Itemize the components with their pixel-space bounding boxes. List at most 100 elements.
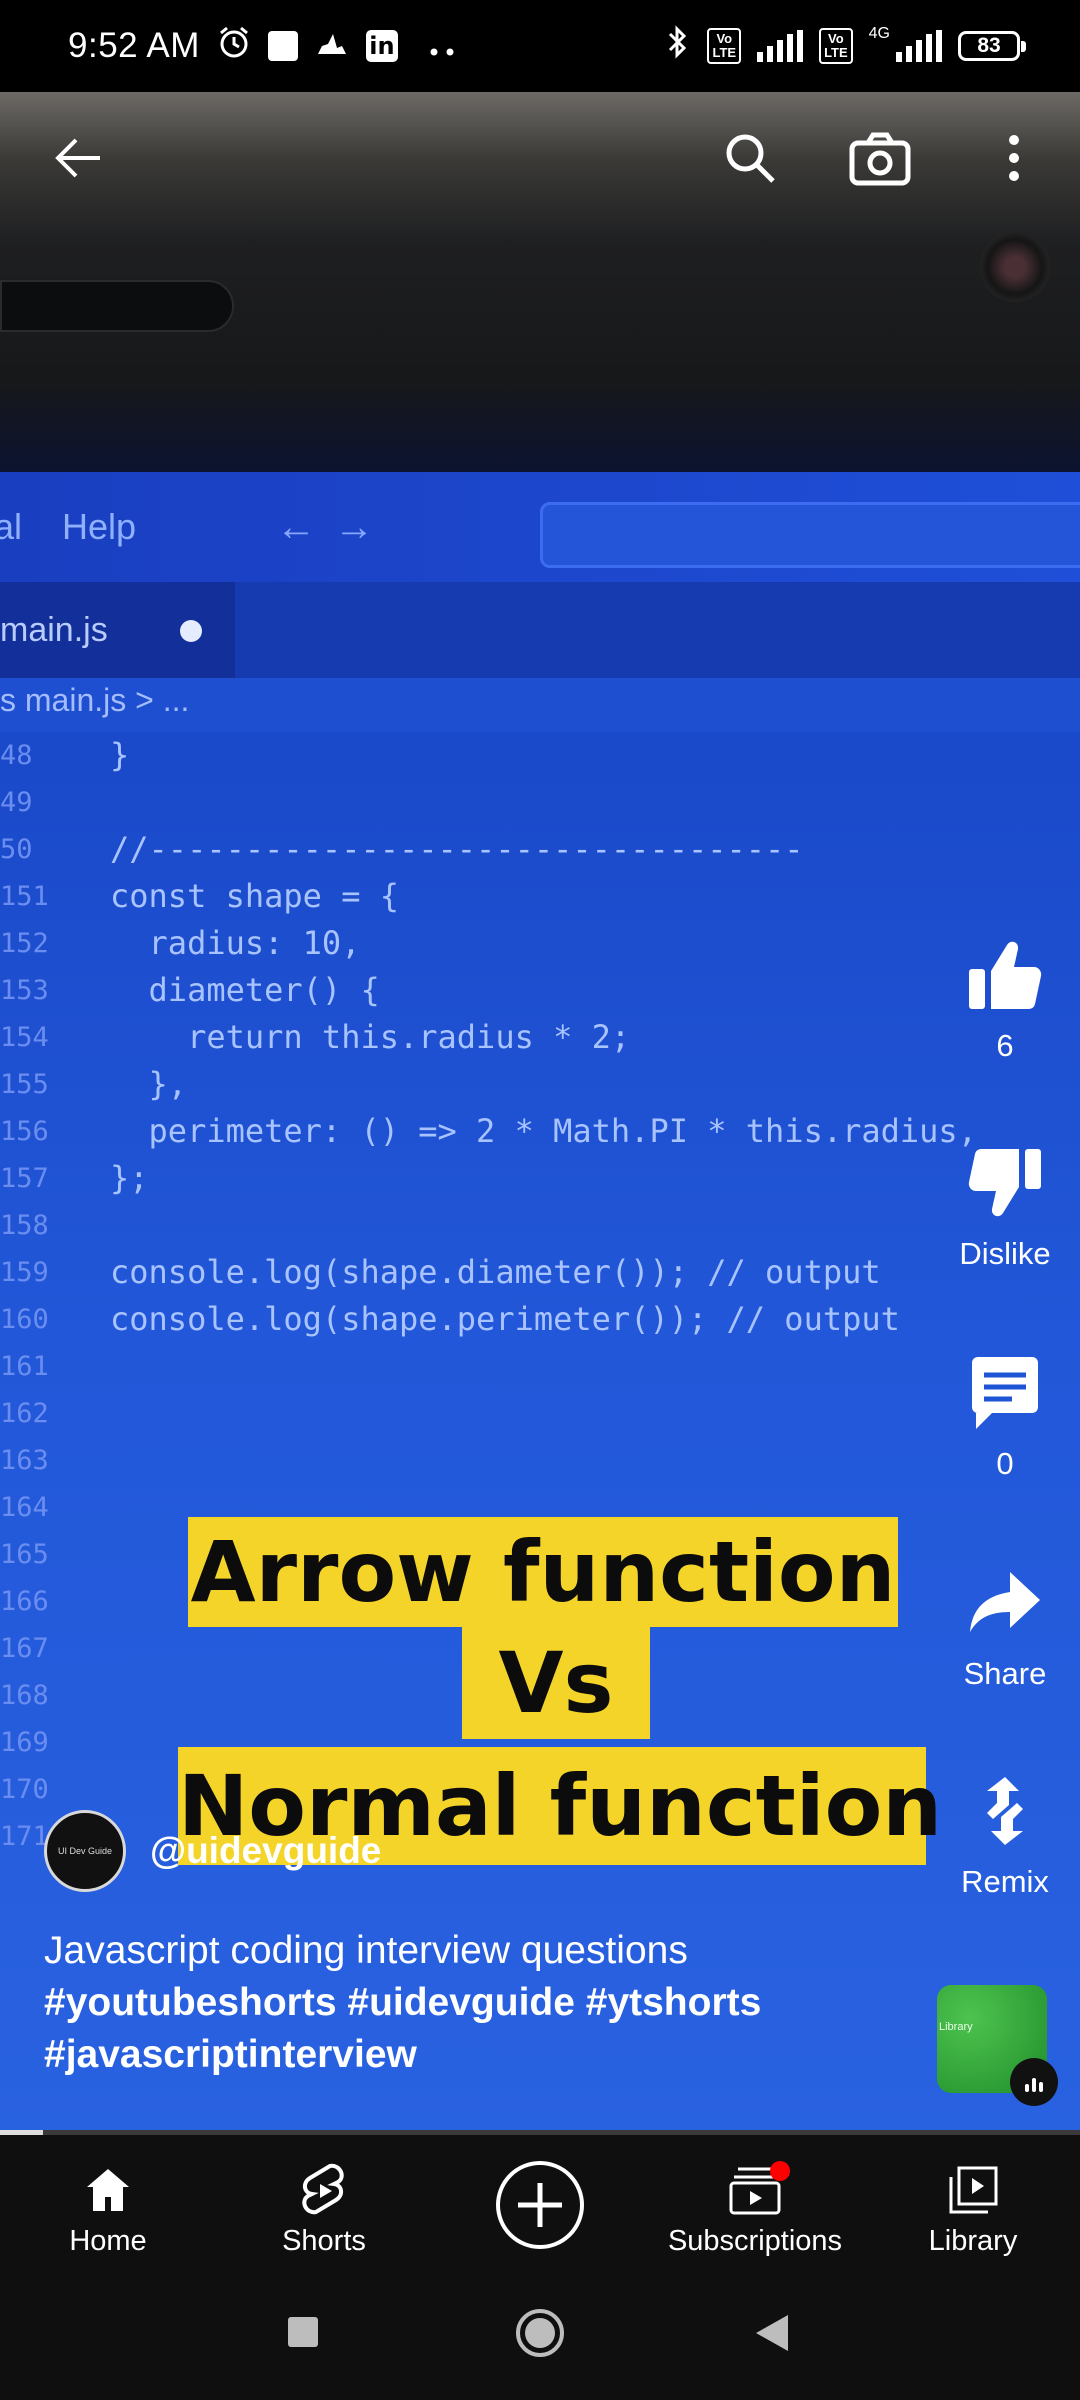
code-line-number: 50 xyxy=(0,834,33,865)
status-time: 9:52 AM xyxy=(68,26,200,65)
like-icon xyxy=(960,930,1050,1020)
code-line-number: 155 xyxy=(0,1069,49,1100)
code-line-number: 152 xyxy=(0,928,49,959)
code-line-number: 165 xyxy=(0,1539,49,1570)
create-button[interactable] xyxy=(490,2155,590,2255)
share-icon xyxy=(960,1558,1050,1648)
volte-icon-2: Vo LTE xyxy=(819,28,853,64)
code-line-number: 158 xyxy=(0,1210,49,1241)
comment-count: 0 xyxy=(996,1446,1014,1481)
search-icon xyxy=(726,134,775,183)
battery-icon: 83 xyxy=(958,31,1026,61)
code-line-number: 153 xyxy=(0,975,49,1006)
recents-button[interactable] xyxy=(286,2315,320,2354)
editor-tab-label: main.js xyxy=(0,610,108,649)
video-title-line-1: Arrow function xyxy=(188,1517,898,1627)
back-button[interactable] xyxy=(40,120,116,196)
video-bezel-slot xyxy=(0,280,234,332)
code-line-number: 151 xyxy=(0,881,49,912)
share-button[interactable]: Share xyxy=(930,1558,1080,1692)
more-options-button[interactable] xyxy=(976,120,1052,196)
camera-button[interactable] xyxy=(842,120,918,196)
circle-icon xyxy=(516,2309,564,2357)
editor-search-box xyxy=(540,502,1080,568)
nav-library-label: Library xyxy=(928,2225,1018,2257)
remix-button[interactable]: Remix xyxy=(930,1766,1080,1900)
code-line: return this.radius * 2; xyxy=(110,1018,631,1056)
code-line: }, xyxy=(110,1065,188,1103)
code-line: radius: 10, xyxy=(110,924,361,962)
home-system-button[interactable] xyxy=(514,2307,566,2364)
status-left: 9:52 AM in xyxy=(68,24,458,69)
code-line-number: 162 xyxy=(0,1398,49,1429)
linkedin-icon: in xyxy=(365,30,398,62)
system-navigation xyxy=(0,2285,1080,2400)
channel-handle[interactable]: @uidevguide xyxy=(150,1830,381,1872)
code-line: console.log(shape.perimeter()); // outpu… xyxy=(110,1300,900,1338)
code-line-number: 156 xyxy=(0,1116,49,1147)
bluetooth-icon xyxy=(663,24,691,69)
avatar-text: UI Dev Guide xyxy=(57,1846,113,1856)
hashtags-line-1[interactable]: #youtubeshorts #uidevguide #ytshorts xyxy=(44,1977,904,2029)
code-line: } xyxy=(110,736,130,774)
code-line-number: 157 xyxy=(0,1163,49,1194)
home-icon xyxy=(87,2169,129,2211)
description-text: Javascript coding interview questions xyxy=(44,1929,688,1972)
editor-menu-item: al xyxy=(0,506,23,547)
comments-button[interactable]: 0 xyxy=(930,1348,1080,1482)
nav-home-label: Home xyxy=(69,2225,147,2257)
battery-level: 83 xyxy=(977,34,1001,57)
code-line-number: 170 xyxy=(0,1774,49,1805)
comment-icon xyxy=(960,1348,1050,1438)
code-lines: } //---------------------------------- con… xyxy=(110,732,977,1343)
alarm-icon xyxy=(216,24,252,69)
sound-wave-icon xyxy=(1010,2058,1058,2106)
video-description[interactable]: Javascript coding interview questions #y… xyxy=(44,1925,904,2081)
code-line-number: 167 xyxy=(0,1633,49,1664)
nav-library[interactable]: Library xyxy=(903,2155,1043,2258)
camera-icon xyxy=(849,132,911,186)
code-line-number: 154 xyxy=(0,1022,49,1053)
search-button[interactable] xyxy=(712,120,788,196)
nav-subscriptions[interactable]: Subscriptions xyxy=(660,2155,850,2258)
like-button[interactable]: 6 xyxy=(930,930,1080,1064)
cloud-icon xyxy=(314,26,350,67)
code-line: diameter() { xyxy=(110,971,380,1009)
dislike-button[interactable]: Dislike xyxy=(930,1138,1080,1272)
share-label: Share xyxy=(963,1656,1047,1691)
video-editor-menubar: al Help ←→ xyxy=(0,472,1080,582)
remix-thumbnail-text: Library xyxy=(939,2021,973,2033)
code-line-number: 168 xyxy=(0,1680,49,1711)
back-system-button[interactable] xyxy=(754,2313,790,2358)
triangle-back-icon xyxy=(756,2315,788,2351)
code-line-number: 163 xyxy=(0,1445,49,1476)
video-webcam xyxy=(980,232,1050,302)
nav-shorts[interactable]: Shorts xyxy=(254,2155,394,2258)
remix-label: Remix xyxy=(961,1864,1049,1899)
status-bar: 9:52 AM in Vo LTE Vo LTE 4G 83 xyxy=(0,0,1080,92)
top-action-bar xyxy=(0,92,1080,222)
channel-avatar[interactable]: UI Dev Guide xyxy=(44,1810,126,1892)
code-line-number: 49 xyxy=(0,787,33,818)
code-line: perimeter: () => 2 * Math.PI * this.radi… xyxy=(110,1112,977,1150)
shorts-icon xyxy=(302,2163,344,2215)
library-icon xyxy=(949,2166,998,2214)
more-dots-icon xyxy=(428,27,458,66)
nav-home[interactable]: Home xyxy=(38,2155,178,2258)
code-line: //---------------------------------- xyxy=(110,830,804,868)
code-line-number: 166 xyxy=(0,1586,49,1617)
signal-icon-2 xyxy=(896,30,942,62)
dislike-icon xyxy=(960,1138,1050,1228)
network-type: 4G xyxy=(868,25,890,42)
code-line: console.log(shape.diameter()); // output xyxy=(110,1253,881,1291)
new-content-badge xyxy=(770,2161,790,2181)
volte-icon: Vo LTE xyxy=(707,28,742,64)
editor-breadcrumb: s main.js > ... xyxy=(0,682,190,718)
video-title-line-2: Vs xyxy=(462,1627,650,1739)
hashtags-line-2[interactable]: #javascriptinterview xyxy=(44,2029,904,2081)
channel-info[interactable]: UI Dev Guide @uidevguide xyxy=(44,1810,381,1892)
bottom-navigation: Home Shorts Subscriptions Library xyxy=(0,2135,1080,2285)
like-count: 6 xyxy=(996,1028,1014,1063)
